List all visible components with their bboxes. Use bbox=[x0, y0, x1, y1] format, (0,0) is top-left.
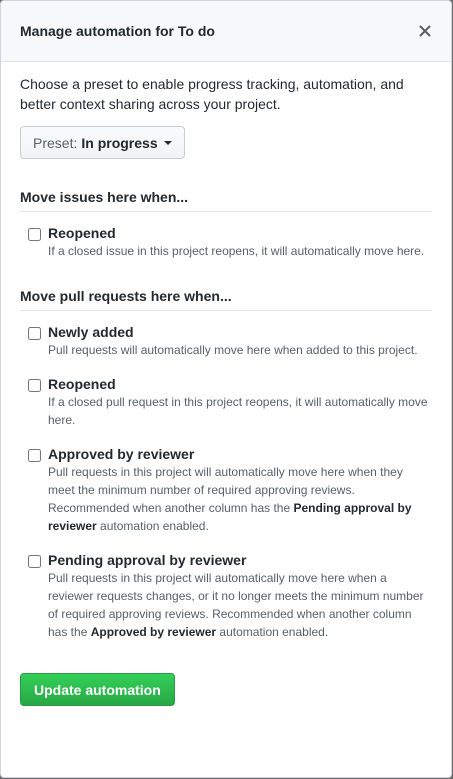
pr-reopened-checkbox[interactable] bbox=[28, 379, 41, 392]
option-label[interactable]: Pending approval by reviewer bbox=[48, 551, 432, 569]
caret-down-icon bbox=[163, 140, 172, 145]
dialog-title: Manage automation for To do bbox=[20, 23, 215, 39]
preset-dropdown-button[interactable]: Preset: In progress bbox=[20, 126, 185, 159]
preset-value: In progress bbox=[81, 134, 158, 151]
option-pr-pending-approval: Pending approval by reviewer Pull reques… bbox=[20, 551, 432, 641]
option-label[interactable]: Approved by reviewer bbox=[48, 445, 432, 463]
option-label[interactable]: Newly added bbox=[48, 323, 432, 341]
option-pr-approved-by-reviewer: Approved by reviewer Pull requests in th… bbox=[20, 445, 432, 535]
dialog-body: Choose a preset to enable progress track… bbox=[1, 62, 451, 706]
description-text: automation enabled. bbox=[96, 519, 209, 533]
pr-newly-added-checkbox[interactable] bbox=[28, 327, 41, 340]
issue-reopened-checkbox[interactable] bbox=[28, 228, 41, 241]
manage-automation-dialog: Manage automation for To do Choose a pre… bbox=[0, 0, 452, 778]
option-label[interactable]: Reopened bbox=[48, 375, 432, 393]
option-description: Pull requests in this project will autom… bbox=[48, 463, 432, 535]
option-pr-newly-added: Newly added Pull requests will automatic… bbox=[20, 323, 432, 359]
intro-text: Choose a preset to enable progress track… bbox=[20, 76, 404, 112]
pull-requests-section-title: Move pull requests here when... bbox=[20, 288, 432, 311]
option-label[interactable]: Reopened bbox=[48, 224, 432, 242]
update-automation-button[interactable]: Update automation bbox=[20, 673, 175, 706]
option-description: If a closed issue in this project reopen… bbox=[48, 244, 425, 258]
dialog-header: Manage automation for To do bbox=[1, 1, 451, 62]
option-description: Pull requests will automatically move he… bbox=[48, 343, 418, 357]
close-x-icon bbox=[419, 25, 431, 37]
description-text: automation enabled. bbox=[216, 625, 329, 639]
preset-label: Preset: bbox=[33, 134, 78, 151]
issues-section-title: Move issues here when... bbox=[20, 189, 432, 212]
description-bold: Approved by reviewer bbox=[90, 625, 217, 639]
pr-approved-by-reviewer-checkbox[interactable] bbox=[28, 449, 41, 462]
pr-pending-approval-checkbox[interactable] bbox=[28, 555, 41, 568]
option-description: Pull requests in this project will autom… bbox=[48, 569, 432, 641]
close-button[interactable] bbox=[417, 23, 433, 39]
option-description: If a closed pull request in this project… bbox=[48, 395, 428, 427]
option-pr-reopened: Reopened If a closed pull request in thi… bbox=[20, 375, 432, 429]
option-issue-reopened: Reopened If a closed issue in this proje… bbox=[20, 224, 432, 260]
